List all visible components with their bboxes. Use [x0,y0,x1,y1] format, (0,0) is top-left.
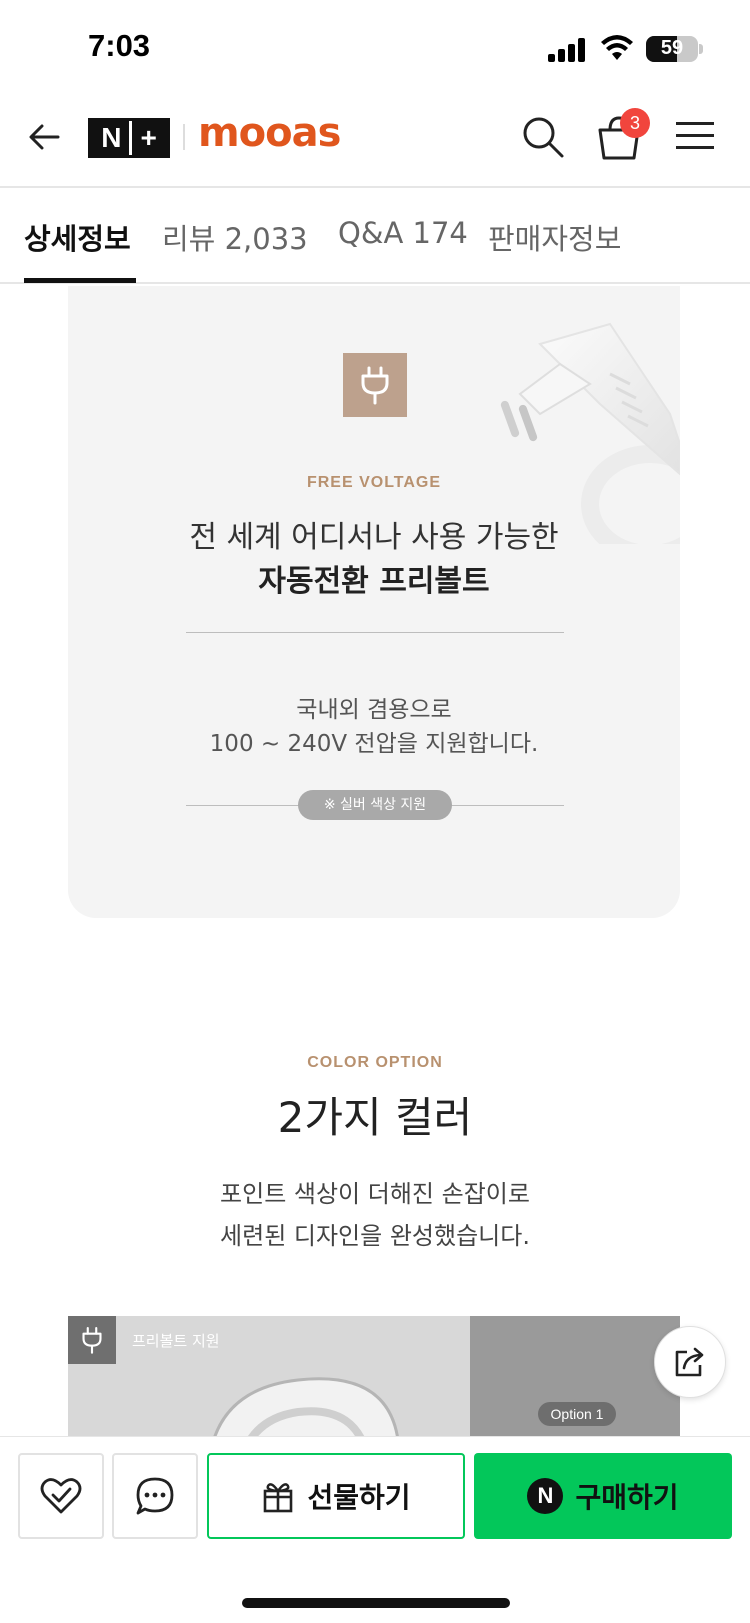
free-voltage-desc-line2: 100 ~ 240V 전압을 지원합니다. [209,731,539,757]
menu-icon[interactable] [676,118,716,154]
detail-tabs: 상세정보 리뷰 2,033 Q&A 174 판매자정보 [0,190,750,284]
wifi-icon [601,35,633,60]
search-icon[interactable] [520,114,566,160]
talk-talk-button[interactable] [112,1453,198,1539]
color-preview-image: 프리볼트 지원 Option 1 [68,1316,680,1436]
color-option-desc-line2: 세련된 디자인을 완성했습니다. [220,1222,530,1250]
wishlist-button[interactable] [18,1453,104,1539]
battery-icon: 59 [646,36,698,62]
battery-level: 59 [660,37,684,59]
logo-divider [183,124,185,150]
gift-icon [264,1483,293,1513]
plug-icon [343,353,407,417]
preview-plug-icon [68,1316,116,1364]
brand-logo[interactable]: mooas [198,110,341,156]
status-time: 7:03 [88,28,151,63]
free-voltage-kicker: FREE VOLTAGE [306,474,442,491]
color-option-title: 2가지 컬러 [277,1093,473,1142]
free-voltage-title-line2: 자동전환 프리볼트 [258,564,490,599]
nplus-logo-plus: + [140,122,157,153]
active-tab-indicator [24,278,136,283]
silver-support-note: ※ 실버 색상 지원 [298,790,452,820]
free-voltage-title-line1: 전 세계 어디서나 사용 가능한 [189,520,559,555]
chat-icon [136,1477,174,1515]
cart-count-badge: 3 [620,108,650,138]
product-photo [213,1377,399,1436]
option-1-badge: Option 1 [538,1402,616,1426]
free-voltage-desc-line1: 국내외 겸용으로 [296,697,452,723]
color-option-desc-line1: 포인트 색상이 더해진 손잡이로 [220,1180,530,1208]
home-indicator [242,1598,510,1608]
heart-check-icon [40,1478,82,1514]
tab-details[interactable]: 상세정보 [24,216,131,258]
plug-photo [500,322,680,544]
nplus-logo-separator [129,121,133,155]
purchase-bar: 선물하기 N 구매하기 [0,1436,750,1623]
buy-button[interactable]: N 구매하기 [474,1453,732,1539]
preview-label: 프리볼트 지원 [132,1332,220,1350]
nplus-logo-n: N [101,122,122,153]
share-button[interactable] [654,1326,726,1398]
tab-seller-info[interactable]: 판매자정보 [488,216,621,258]
free-voltage-card: FREE VOLTAGE 전 세계 어디서나 사용 가능한 자동전환 프리볼트 … [68,286,680,918]
battery-cap [699,44,703,54]
back-arrow-icon[interactable] [24,116,66,158]
status-bar: 7:03 59 [0,0,750,96]
color-option-kicker: COLOR OPTION [307,1054,443,1071]
gift-button[interactable]: 선물하기 [207,1453,465,1539]
buy-button-label: 구매하기 [575,1481,679,1514]
gift-button-label: 선물하기 [307,1481,411,1514]
signal-icon [548,38,586,62]
card-divider-top [186,632,564,633]
tab-qna[interactable]: Q&A 174 [338,216,468,250]
tab-reviews[interactable]: 리뷰 2,033 [162,216,308,258]
share-icon [675,1347,704,1377]
app-header: N + mooas 3 [0,96,750,188]
nplus-logo[interactable]: N + [88,118,170,158]
naver-pay-badge: N [527,1478,564,1514]
